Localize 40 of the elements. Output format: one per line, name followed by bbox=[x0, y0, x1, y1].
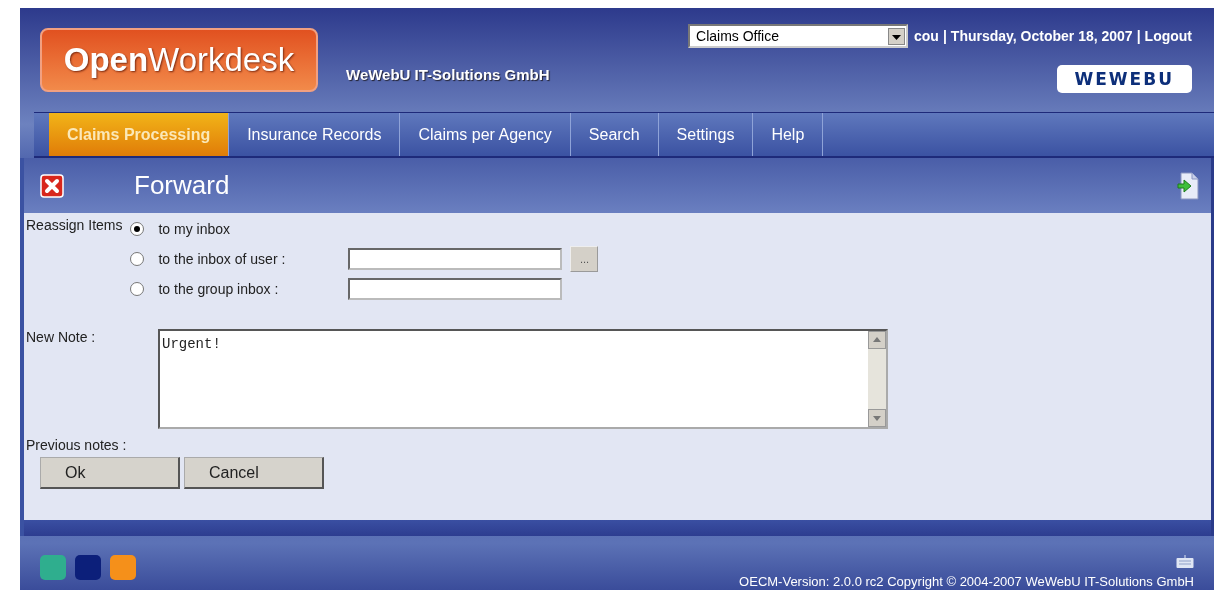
option-label: to my inbox bbox=[158, 221, 232, 237]
radio-button[interactable] bbox=[130, 222, 145, 236]
option-label: to the inbox of user : bbox=[158, 251, 287, 267]
version-text: OECM-Version: 2.0.0 rc2 Copyright © 2004-2007 WeWebU IT-Solutions GmbH bbox=[739, 574, 1194, 589]
app-logo: OpenWorkdesk bbox=[40, 28, 318, 92]
separator: | bbox=[1136, 28, 1141, 44]
browse-button[interactable]: ... bbox=[570, 246, 599, 272]
nav-tab[interactable]: Settings bbox=[658, 113, 754, 156]
logout-link[interactable]: Logout bbox=[1144, 28, 1192, 44]
company-name: WeWebU IT-Solutions GmbH bbox=[346, 66, 550, 83]
office-select[interactable]: Claims Office bbox=[688, 24, 908, 48]
radio-button[interactable] bbox=[130, 282, 145, 296]
user-field[interactable] bbox=[348, 248, 563, 270]
option-label: to the group inbox : bbox=[158, 281, 280, 297]
reassign-label: Reassign Items bbox=[26, 217, 123, 235]
dialog-title: Forward bbox=[134, 170, 230, 201]
radio-button[interactable] bbox=[130, 252, 145, 266]
ok-button[interactable]: Ok bbox=[40, 457, 180, 489]
brand-logo: WEWEBU bbox=[1056, 65, 1192, 93]
note-label: New Note : bbox=[26, 329, 97, 347]
nav-tab[interactable]: Claims per Agency bbox=[400, 113, 571, 156]
document-arrow-icon[interactable] bbox=[1177, 171, 1199, 200]
scroll-up-icon[interactable] bbox=[868, 331, 886, 349]
scroll-down-icon[interactable] bbox=[868, 409, 886, 427]
user-name: cou bbox=[914, 28, 939, 44]
nav-tab[interactable]: Insurance Records bbox=[229, 113, 401, 156]
theme-swatch[interactable] bbox=[40, 555, 66, 580]
current-date: Thursday, October 18, 2007 bbox=[950, 28, 1133, 44]
previous-notes-label: Previous notes : bbox=[26, 437, 128, 453]
cancel-button[interactable]: Cancel bbox=[184, 457, 324, 489]
note-field[interactable]: Urgent! bbox=[158, 329, 888, 429]
close-icon[interactable] bbox=[40, 173, 64, 198]
scrollbar[interactable] bbox=[868, 331, 886, 427]
nav-tab[interactable]: Search bbox=[570, 113, 659, 156]
theme-swatch[interactable] bbox=[110, 555, 136, 580]
group-field[interactable] bbox=[348, 278, 563, 300]
theme-swatch[interactable] bbox=[75, 555, 101, 580]
separator: | bbox=[942, 28, 947, 44]
nav-tab[interactable]: Help bbox=[753, 113, 824, 156]
keyboard-icon[interactable] bbox=[1176, 555, 1194, 569]
